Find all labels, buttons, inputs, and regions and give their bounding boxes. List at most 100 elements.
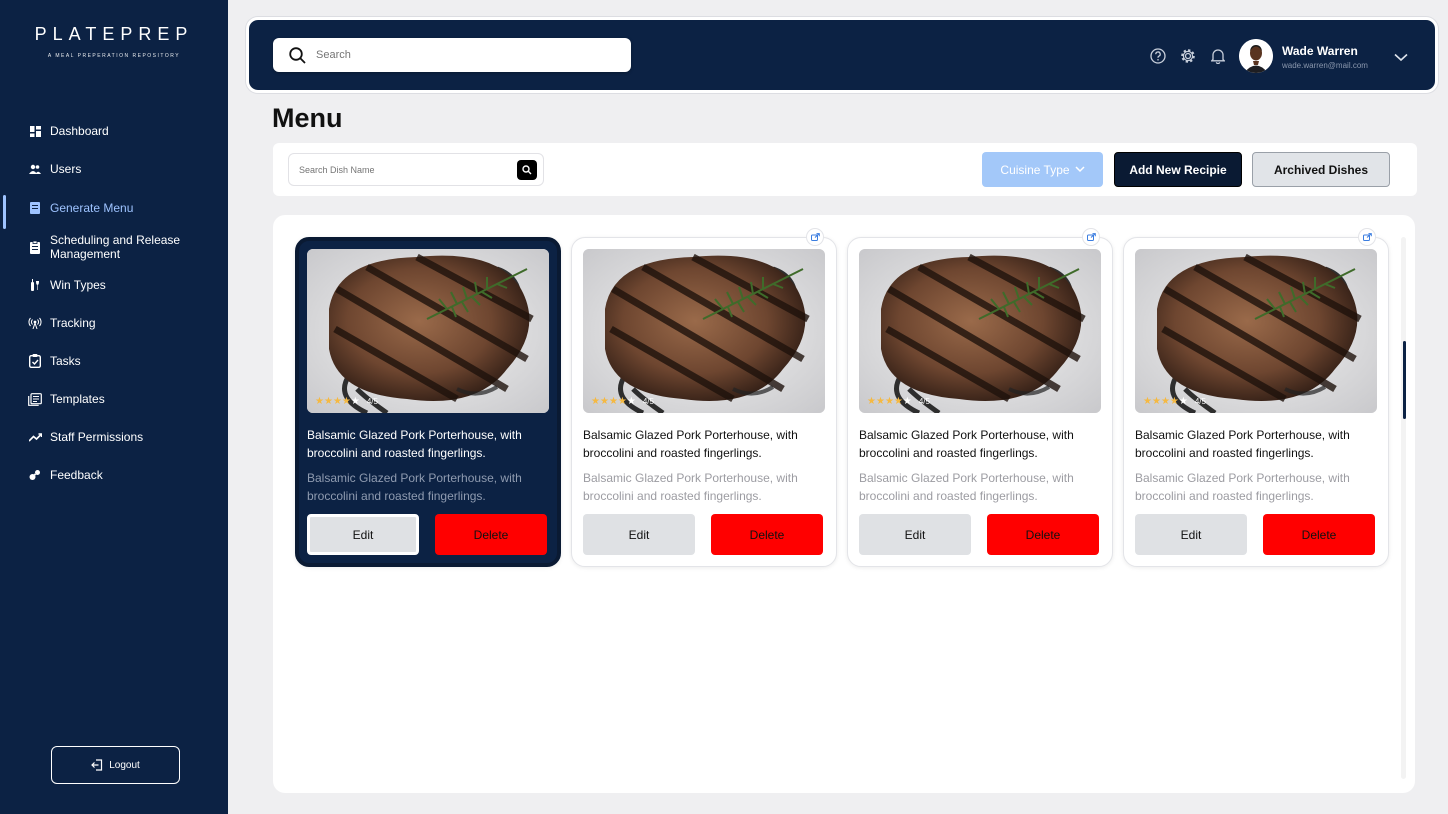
star-filled-icon: ★ [341,396,351,407]
sidebar-item-tasks[interactable]: Tasks [0,354,228,368]
rating-text: 4/5 [918,397,930,406]
scrollbar-thumb[interactable] [1403,341,1406,419]
star-filled-icon: ★ [599,396,609,407]
dish-card-2[interactable]: ★★★★★ 4/5 Balsamic Glazed Pork Porterhou… [571,228,837,567]
rating-text: 4/5 [642,397,654,406]
menu-toolbar: Cuisine Type Add New Recipie Archived Di… [273,143,1417,196]
sidebar-item-label: Staff Permissions [50,430,144,444]
feedback-icon [28,468,42,482]
delete-button[interactable]: Delete [1263,514,1375,555]
dish-search-button[interactable] [517,160,537,180]
wine-icon [28,278,42,292]
star-filled-icon: ★ [875,396,885,407]
brand-tagline: A MEAL PREPERATION REPOSITORY [47,53,181,59]
dish-card-1[interactable]: ★★★★★ 4/5 Balsamic Glazed Pork Porterhou… [295,237,561,567]
sidebar-item-feedback[interactable]: Feedback [0,468,228,482]
edit-button[interactable]: Edit [1135,514,1247,555]
gear-icon[interactable] [1179,47,1197,65]
rating-stars: ★★★★★ [591,396,636,407]
help-icon[interactable] [1149,47,1167,65]
edit-button[interactable]: Edit [307,514,419,555]
star-filled-icon: ★ [893,396,903,407]
delete-button[interactable]: Delete [987,514,1099,555]
logout-button[interactable]: Logout [51,746,180,784]
sidebar-item-label: Win Types [50,278,106,292]
dish-image: ★★★★★ 4/5 [583,249,825,413]
archived-dishes-button[interactable]: Archived Dishes [1252,152,1390,187]
sidebar-item-users[interactable]: Users [0,162,228,176]
dish-image: ★★★★★ 4/5 [859,249,1101,413]
dish-image: ★★★★★ 4/5 [1135,249,1377,413]
dish-image: ★★★★★ 4/5 [307,249,549,413]
sidebar: PLATEPREP A MEAL PREPERATION REPOSITORY … [0,0,228,814]
star-filled-icon: ★ [323,396,333,407]
share-icon[interactable] [1358,228,1376,246]
sidebar-item-dashboard[interactable]: Dashboard [0,124,228,138]
sidebar-item-win-types[interactable]: Win Types [0,278,228,292]
sidebar-item-scheduling[interactable]: Scheduling and Release Management [0,233,228,261]
edit-button[interactable]: Edit [583,514,695,555]
dish-description: Balsamic Glazed Pork Porterhouse, with b… [583,471,798,503]
scrollbar-track[interactable] [1401,237,1406,779]
sidebar-item-templates[interactable]: Templates [0,392,228,406]
dish-search-input[interactable] [299,164,509,175]
rating-stars: ★★★★★ [1143,396,1188,407]
chevron-down-icon[interactable] [1394,49,1408,67]
top-bar: Wade Warren wade.warren@mail.com [246,17,1438,93]
dish-rating: ★★★★★ 4/5 [867,396,930,407]
star-empty-icon: ★ [626,396,636,407]
cuisine-type-dropdown[interactable]: Cuisine Type [982,152,1103,187]
add-recipe-button[interactable]: Add New Recipie [1114,152,1242,187]
avatar[interactable] [1239,39,1273,73]
user-email: wade.warren@mail.com [1282,61,1368,70]
sidebar-item-label: Feedback [50,468,103,482]
dish-panel: ★★★★★ 4/5 Balsamic Glazed Pork Porterhou… [273,215,1415,793]
dish-title: Balsamic Glazed Pork Porterhouse, with b… [307,428,522,460]
schedule-icon [28,240,42,254]
dish-card-4[interactable]: ★★★★★ 4/5 Balsamic Glazed Pork Porterhou… [1123,228,1389,567]
dish-search[interactable] [288,153,544,186]
sidebar-item-label: Generate Menu [50,201,134,215]
top-icons [1149,47,1227,65]
logout-label: Logout [109,759,140,771]
star-filled-icon: ★ [1160,396,1170,407]
star-filled-icon: ★ [884,396,894,407]
star-filled-icon: ★ [867,396,876,407]
star-filled-icon: ★ [608,396,618,407]
search-input[interactable] [316,49,596,61]
global-search[interactable] [273,38,631,72]
search-icon [289,46,306,64]
share-icon[interactable] [1082,228,1100,246]
delete-button[interactable]: Delete [711,514,823,555]
rating-text: 4/5 [366,397,378,406]
star-filled-icon: ★ [1169,396,1179,407]
sidebar-item-tracking[interactable]: Tracking [0,316,228,330]
sidebar-item-label: Tasks [50,354,81,368]
star-empty-icon: ★ [1178,396,1188,407]
star-filled-icon: ★ [315,396,324,407]
dish-card-3[interactable]: ★★★★★ 4/5 Balsamic Glazed Pork Porterhou… [847,228,1113,567]
tracking-icon [28,316,42,330]
sidebar-item-label: Tracking [50,316,96,330]
delete-button[interactable]: Delete [435,514,547,555]
sidebar-item-generate-menu[interactable]: Generate Menu [0,195,228,229]
dish-title: Balsamic Glazed Pork Porterhouse, with b… [859,428,1074,460]
star-empty-icon: ★ [902,396,912,407]
sidebar-item-label: Templates [50,392,105,406]
brand-name: PLATEPREP [34,24,194,44]
share-icon[interactable] [806,228,824,246]
bell-icon[interactable] [1209,47,1227,65]
chevron-down-icon [1075,166,1085,173]
dish-title: Balsamic Glazed Pork Porterhouse, with b… [583,428,798,460]
sidebar-item-label: Scheduling and Release Management [50,233,181,261]
star-filled-icon: ★ [617,396,627,407]
cuisine-type-label: Cuisine Type [1000,162,1070,177]
star-filled-icon: ★ [1151,396,1161,407]
dish-description: Balsamic Glazed Pork Porterhouse, with b… [859,471,1074,503]
dish-description: Balsamic Glazed Pork Porterhouse, with b… [307,471,522,503]
user-avatar-image [1239,39,1273,73]
sidebar-item-staff-permissions[interactable]: Staff Permissions [0,430,228,444]
rating-stars: ★★★★★ [867,396,912,407]
search-icon [522,165,532,175]
edit-button[interactable]: Edit [859,514,971,555]
